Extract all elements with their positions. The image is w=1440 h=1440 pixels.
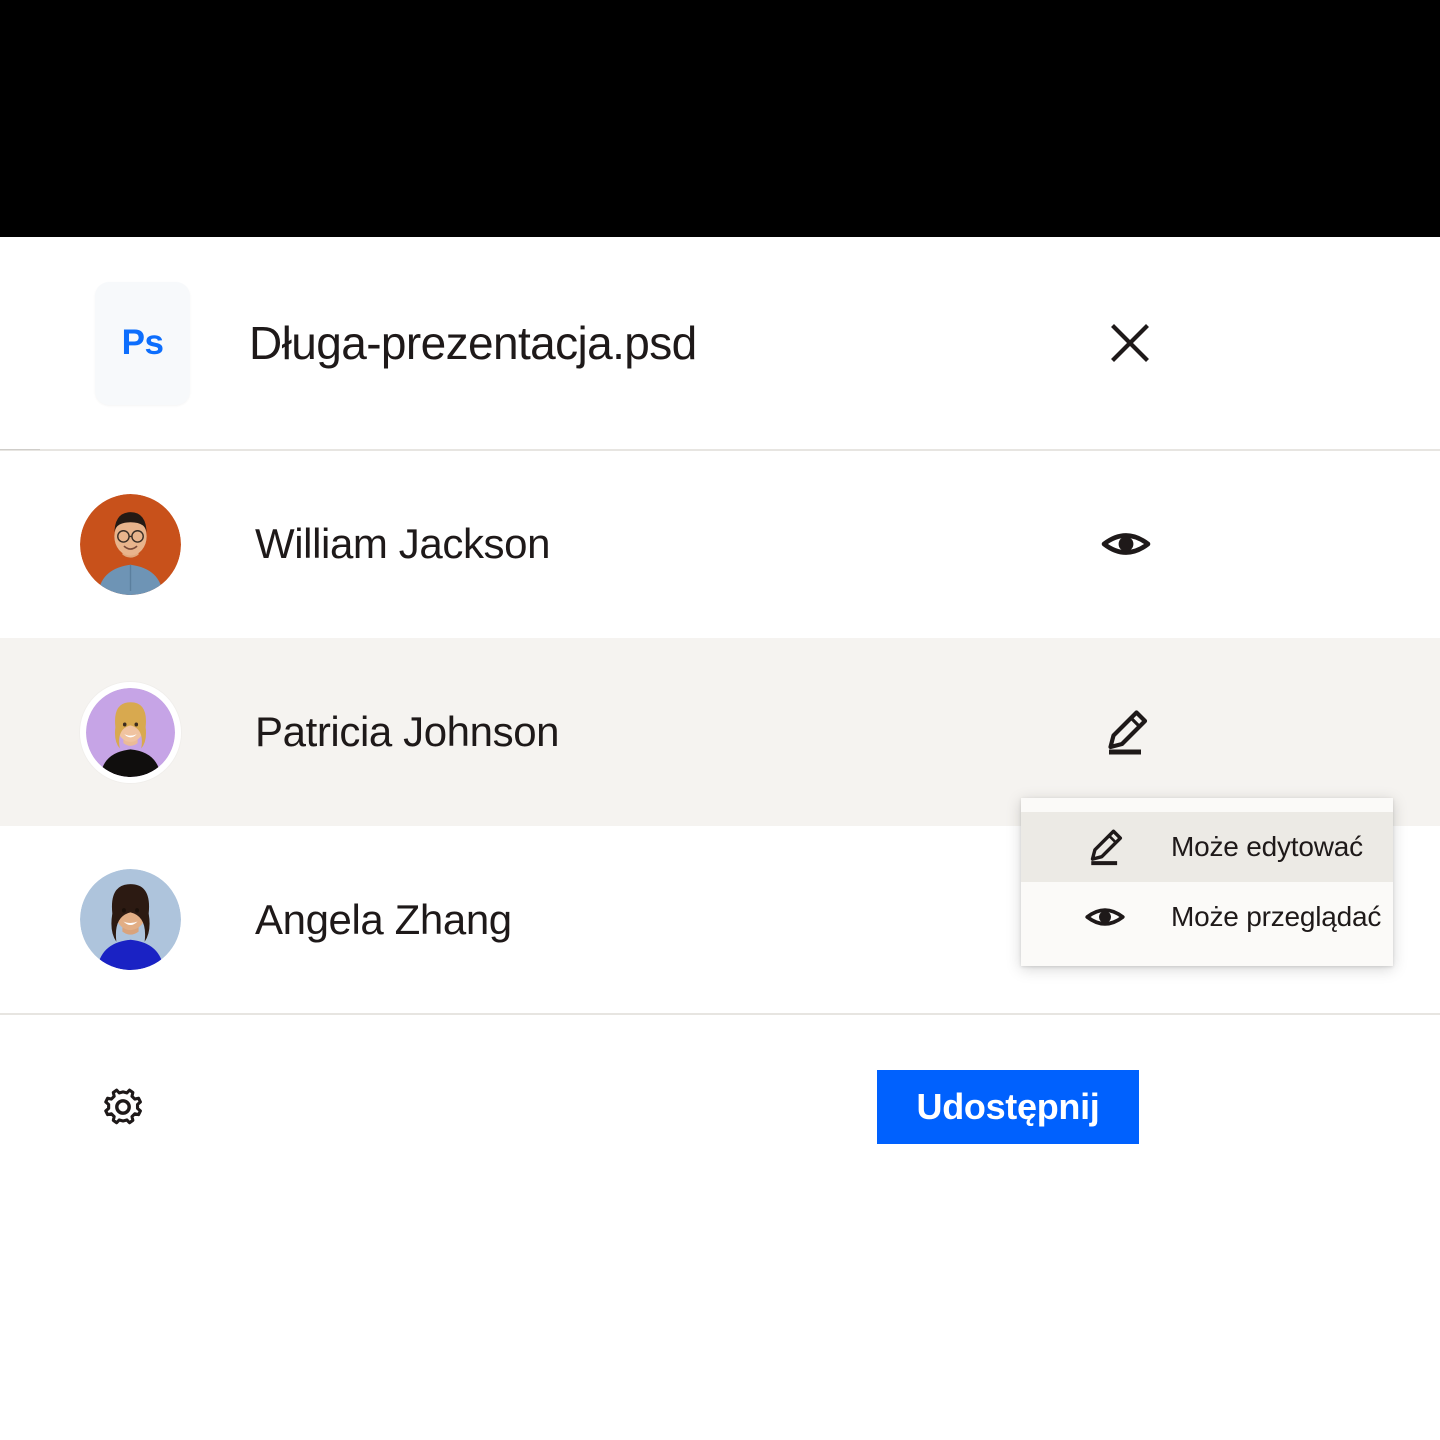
avatar-image	[86, 687, 175, 777]
person-name: William Jackson	[255, 520, 551, 567]
avatar	[80, 869, 181, 970]
dropdown-item-can-edit[interactable]: Może edytować	[1021, 812, 1393, 882]
dialog-header: Ps Długa-prezentacja.psd	[0, 237, 1440, 450]
dropdown-item-can-view[interactable]: Może przeglądać	[1021, 882, 1393, 952]
top-black-band	[0, 0, 1440, 237]
file-name-title: Długa-prezentacja.psd	[249, 317, 697, 369]
dialog-footer	[0, 1014, 1440, 1199]
pencil-icon	[1108, 710, 1148, 755]
permission-dropdown-menu: Może edytować Może przeglądać	[1021, 798, 1393, 966]
dropdown-item-label: Może edytować	[1171, 831, 1363, 862]
gear-icon	[104, 1088, 142, 1124]
header-divider	[0, 450, 1440, 451]
permission-button-edit[interactable]	[1095, 701, 1157, 763]
avatar	[80, 493, 181, 595]
avatar-image	[80, 869, 181, 970]
share-button[interactable]: Udostępnij	[877, 1070, 1139, 1144]
permission-button-view[interactable]	[1095, 513, 1157, 575]
close-icon	[1111, 324, 1149, 362]
screenshot-root: Ps Długa-prezentacja.psd William Jackson…	[0, 0, 1440, 1440]
eye-icon	[1083, 895, 1127, 939]
photoshop-file-icon-label: Ps	[121, 323, 164, 362]
person-name: Angela Zhang	[255, 895, 512, 943]
eye-icon	[1101, 533, 1151, 555]
person-row-william-jackson[interactable]: William Jackson	[0, 450, 1440, 638]
header-divider-notch	[0, 449, 40, 450]
avatar-image	[80, 493, 181, 595]
avatar	[80, 681, 181, 783]
pencil-icon	[1083, 825, 1127, 869]
share-dialog: Ps Długa-prezentacja.psd William Jackson…	[0, 237, 1440, 1199]
close-button[interactable]	[1103, 316, 1157, 370]
footer-divider	[0, 1014, 1440, 1015]
person-name: Patricia Johnson	[255, 708, 560, 755]
photoshop-file-icon: Ps	[95, 281, 190, 405]
settings-button[interactable]	[100, 1084, 146, 1130]
dropdown-item-label: Może przeglądać	[1171, 901, 1382, 932]
